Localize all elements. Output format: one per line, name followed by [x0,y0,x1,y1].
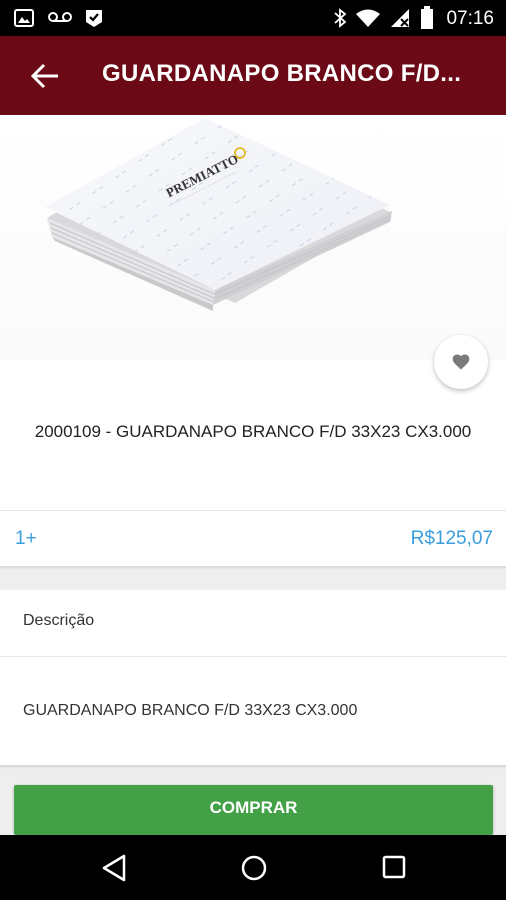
home-circle-icon[interactable] [240,854,268,882]
recents-square-icon[interactable] [382,855,406,879]
app-bar: GUARDANAPO BRANCO F/D... [0,36,506,115]
favorite-button[interactable] [434,335,488,389]
status-time: 07:16 [446,8,494,29]
description-header: Descrição [23,612,95,629]
buy-button[interactable]: COMPRAR [14,785,493,835]
description-body: GUARDANAPO BRANCO F/D 33X23 CX3.000 [23,702,358,719]
price-label: R$125,07 [410,528,493,549]
back-triangle-icon[interactable] [101,854,127,882]
bluetooth-icon [334,8,347,28]
price-row: 1+ R$125,07 [0,510,506,567]
status-bar: 07:16 [0,0,506,36]
check-badge-icon [86,10,102,27]
quantity-label: 1+ [15,528,37,549]
description-card: Descrição GUARDANAPO BRANCO F/D 33X23 CX… [0,590,506,765]
bottom-divider-shadow [0,765,506,769]
description-divider [0,656,506,657]
divider-shadow [0,566,506,570]
battery-icon [421,6,433,29]
arrow-left-icon[interactable] [28,58,64,94]
wifi-icon [356,9,380,27]
voicemail-icon [48,12,72,22]
product-name: 2000109 - GUARDANAPO BRANCO F/D 33X23 CX… [34,422,472,441]
image-icon [14,9,34,27]
page-title: GUARDANAPO BRANCO F/D... [102,60,462,87]
signal-icon [391,9,409,27]
product-image: ~ ~ PREMIATTO ··························… [0,115,506,360]
system-nav-bar [0,835,506,900]
heart-icon [452,354,470,370]
napkin-stack-image: ~ ~ PREMIATTO ··························… [45,118,392,311]
